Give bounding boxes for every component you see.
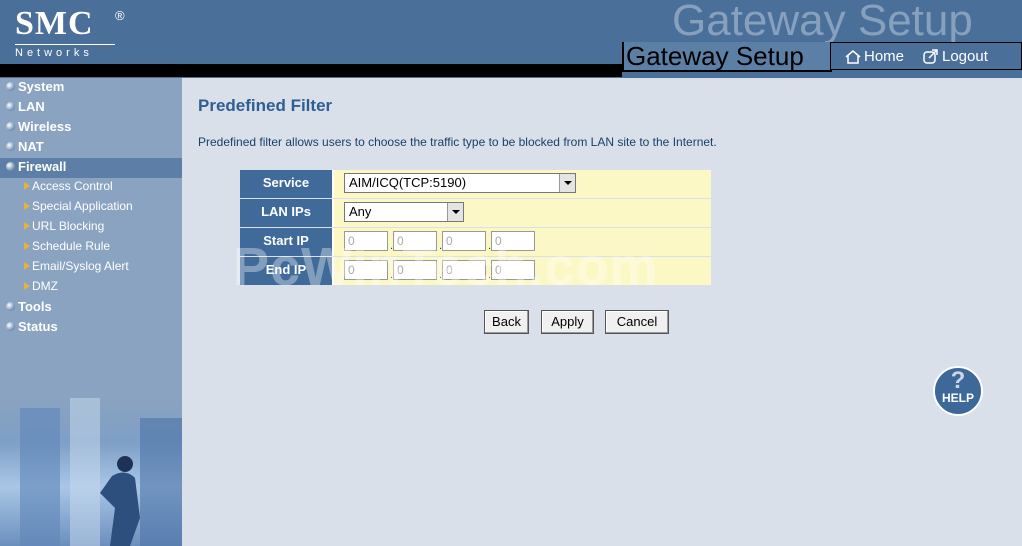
logout-icon — [923, 48, 938, 64]
logo-subtitle: Networks — [15, 44, 115, 59]
page-header-title: Gateway Setup — [622, 42, 832, 72]
back-button[interactable]: Back — [484, 310, 529, 334]
home-icon — [845, 49, 861, 64]
arrow-right-icon — [24, 182, 30, 190]
lan-ips-row: LAN IPs Any — [240, 199, 711, 227]
cancel-button[interactable]: Cancel — [605, 310, 669, 334]
bullet-icon — [6, 302, 15, 311]
bullet-icon — [6, 82, 15, 91]
chevron-down-icon[interactable] — [447, 203, 463, 221]
lan-ips-select[interactable]: Any — [344, 202, 464, 222]
question-icon: ? — [950, 367, 966, 394]
chevron-down-icon[interactable] — [559, 174, 575, 192]
main-content: Predefined Filter Predefined filter allo… — [182, 78, 1022, 546]
service-row: Service AIM/ICQ(TCP:5190) — [240, 170, 711, 198]
help-button[interactable]: ? HELP — [933, 366, 983, 416]
bullet-icon — [6, 102, 15, 111]
submenu-dmz[interactable]: DMZ — [0, 278, 182, 298]
sidebar-item-nat[interactable]: NAT — [0, 138, 182, 158]
sidebar-item-lan[interactable]: LAN — [0, 98, 182, 118]
sidebar-item-tools[interactable]: Tools — [0, 298, 182, 318]
page-description: Predefined filter allows users to choose… — [198, 135, 717, 149]
arrow-right-icon — [24, 262, 30, 270]
logout-link[interactable]: Logout — [923, 48, 988, 65]
header-ghost-title: Gateway Setup — [672, 0, 973, 45]
submenu-url-blocking[interactable]: URL Blocking — [0, 218, 182, 238]
top-nav: Home Logout — [830, 42, 1022, 70]
bullet-icon — [6, 162, 15, 171]
service-label: Service — [240, 170, 334, 198]
page-title: Predefined Filter — [198, 96, 333, 115]
sidebar-item-firewall[interactable]: Firewall — [0, 158, 182, 178]
submenu-email-syslog-alert[interactable]: Email/Syslog Alert — [0, 258, 182, 278]
sidebar-photo — [0, 398, 182, 546]
submenu-access-control[interactable]: Access Control — [0, 178, 182, 198]
sidebar-item-wireless[interactable]: Wireless — [0, 118, 182, 138]
sidebar: System LAN Wireless NAT Firewall Access … — [0, 78, 182, 546]
watermark: PcWinTech.com — [233, 237, 659, 297]
header-divider — [0, 64, 622, 77]
arrow-right-icon — [24, 242, 30, 250]
header-banner: SMC ® Networks Gateway Setup Gateway Set… — [0, 0, 1022, 78]
submenu-schedule-rule[interactable]: Schedule Rule — [0, 238, 182, 258]
apply-button[interactable]: Apply — [541, 310, 594, 334]
bullet-icon — [6, 142, 15, 151]
arrow-right-icon — [24, 202, 30, 210]
bullet-icon — [6, 322, 15, 331]
sidebar-item-system[interactable]: System — [0, 78, 182, 98]
smc-logo: SMC ® Networks — [15, 5, 125, 59]
submenu-special-application[interactable]: Special Application — [0, 198, 182, 218]
arrow-right-icon — [24, 282, 30, 290]
sidebar-item-status[interactable]: Status — [0, 318, 182, 338]
lan-ips-label: LAN IPs — [240, 199, 334, 227]
arrow-right-icon — [24, 222, 30, 230]
service-select[interactable]: AIM/ICQ(TCP:5190) — [344, 173, 576, 193]
bullet-icon — [6, 122, 15, 131]
home-link[interactable]: Home — [845, 48, 904, 65]
person-image — [20, 398, 182, 546]
